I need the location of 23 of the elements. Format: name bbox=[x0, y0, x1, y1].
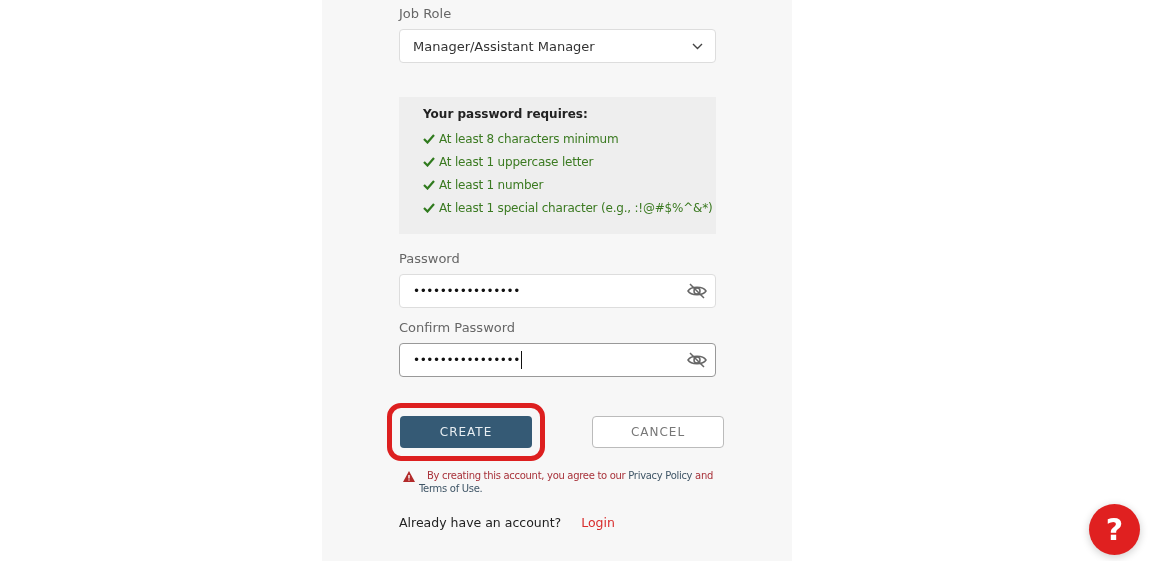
eye-slash-icon[interactable] bbox=[687, 283, 707, 299]
cancel-button[interactable]: CANCEL bbox=[592, 416, 724, 448]
job-role-select[interactable]: Manager/Assistant Manager bbox=[399, 29, 716, 63]
password-field[interactable]: •••••••••••••••• bbox=[399, 274, 716, 308]
chevron-down-icon bbox=[692, 42, 703, 50]
requirement-text: At least 1 number bbox=[439, 178, 544, 192]
privacy-policy-link[interactable]: Privacy Policy bbox=[628, 470, 693, 481]
help-button[interactable]: ? bbox=[1089, 504, 1140, 555]
terms-notice: By creating this account, you agree to our Privacy Policy and Terms of Use. bbox=[419, 469, 715, 495]
login-prompt: Already have an account? bbox=[399, 515, 562, 530]
field-label: Confirm Password bbox=[399, 320, 517, 337]
requirement-text: At least 1 special character (e.g., :!@#$%^&*) bbox=[439, 201, 713, 215]
requirements-title: Your password requires: bbox=[423, 107, 589, 121]
login-link[interactable]: Login bbox=[581, 515, 615, 530]
requirement-text: At least 8 characters minimum bbox=[439, 132, 619, 146]
warning-icon bbox=[403, 471, 415, 482]
password-field[interactable]: •••••••••••••••• bbox=[399, 343, 716, 377]
terms-of-use-link[interactable]: Terms of Use. bbox=[419, 483, 483, 494]
field-label: Job Role bbox=[399, 6, 453, 23]
requirement-text: At least 1 uppercase letter bbox=[439, 155, 594, 169]
field-label: Password bbox=[399, 251, 461, 268]
create-button[interactable]: CREATE bbox=[400, 416, 532, 448]
eye-slash-icon[interactable] bbox=[687, 352, 707, 368]
